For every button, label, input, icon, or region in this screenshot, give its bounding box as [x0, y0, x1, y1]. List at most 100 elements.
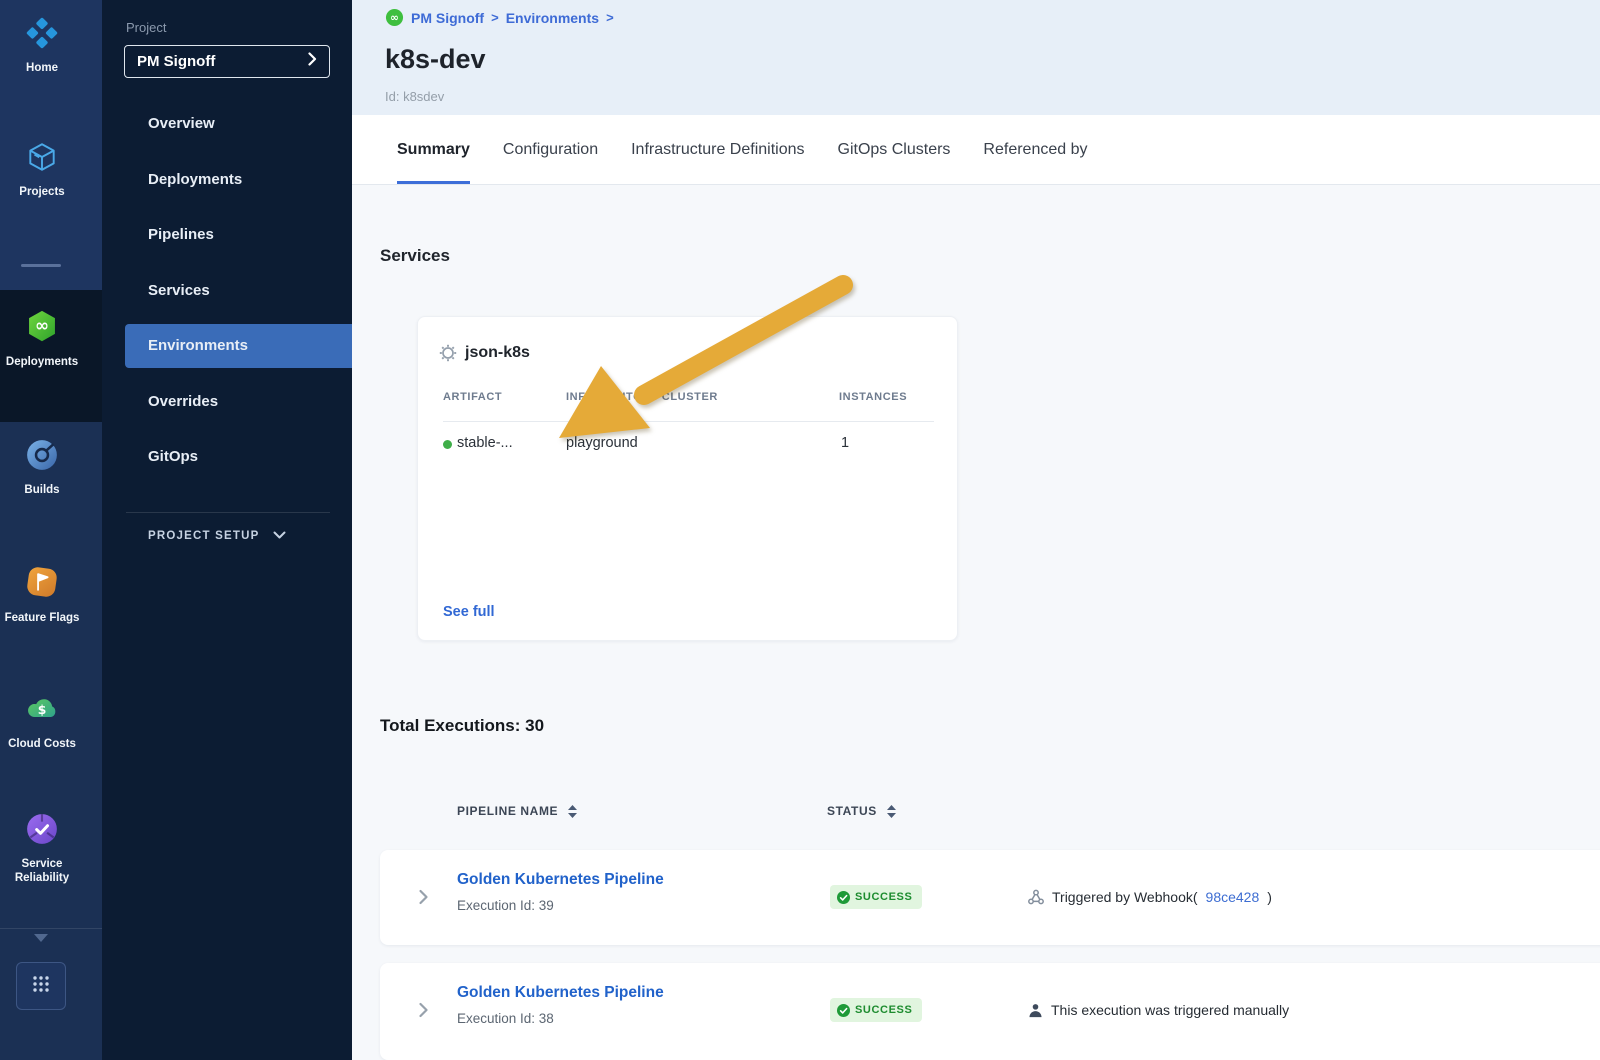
rail-bottom-divider: [0, 928, 102, 929]
tab-configuration[interactable]: Configuration: [503, 115, 598, 184]
artifact-value: stable-...: [457, 435, 513, 451]
nav-divider: [126, 512, 330, 513]
expand-chevron-icon[interactable]: [418, 888, 429, 911]
sidebar-item-gitops[interactable]: GitOps: [102, 429, 352, 485]
sort-icon: [568, 805, 577, 818]
status-label: SUCCESS: [855, 891, 912, 903]
trigger-info: Triggered by Webhook( 98ce428): [1028, 889, 1272, 905]
breadcrumb-separator: >: [491, 10, 499, 25]
see-full-link[interactable]: See full: [443, 604, 495, 620]
execution-row: Golden Kubernetes Pipeline Execution Id:…: [380, 850, 1600, 945]
svg-text:∞: ∞: [35, 315, 49, 335]
chevron-down-icon: [273, 530, 286, 542]
column-label: STATUS: [827, 804, 877, 818]
rail-label: Projects: [19, 185, 64, 199]
artifact-status-dot: [443, 440, 452, 449]
tab-gitops-clusters[interactable]: GitOps Clusters: [838, 115, 951, 184]
rail-label: Feature Flags: [5, 611, 80, 625]
service-name: json-k8s: [465, 344, 530, 362]
project-sidebar: Project PM Signoff Overview Deployments …: [102, 0, 352, 1060]
tab-bar: Summary Configuration Infrastructure Def…: [352, 115, 1600, 185]
sidebar-item-overview[interactable]: Overview: [102, 96, 352, 152]
cluster-value: playground: [566, 435, 638, 451]
success-check-icon: [837, 891, 850, 904]
webhook-id-link[interactable]: 98ce428: [1206, 889, 1260, 905]
column-header-instances: INSTANCES: [839, 391, 907, 403]
execution-id: Execution Id: 39: [457, 898, 664, 913]
breadcrumb-link-project[interactable]: PM Signoff: [411, 10, 484, 26]
svg-text:∞: ∞: [390, 12, 399, 24]
services-heading: Services: [380, 246, 450, 266]
rail-item-projects[interactable]: Projects: [0, 140, 84, 199]
service-instance-row: stable-... playground 1: [443, 435, 938, 453]
pipeline-name-link[interactable]: Golden Kubernetes Pipeline: [457, 984, 664, 1002]
card-divider: [443, 421, 934, 422]
module-rail: Home Projects: [0, 0, 102, 1060]
rail-item-builds[interactable]: Builds: [0, 438, 84, 497]
module-grid-button[interactable]: [16, 962, 66, 1010]
execution-info: Golden Kubernetes Pipeline Execution Id:…: [457, 871, 664, 913]
feature-flags-icon: [24, 564, 60, 605]
rail-scroll-divider: [21, 264, 61, 267]
sidebar-item-label: GitOps: [148, 448, 198, 465]
execution-info: Golden Kubernetes Pipeline Execution Id:…: [457, 984, 664, 1026]
pipeline-name-link[interactable]: Golden Kubernetes Pipeline: [457, 871, 664, 889]
tab-referenced-by[interactable]: Referenced by: [983, 115, 1087, 184]
harness-home-icon: [25, 16, 59, 55]
service-card-header: json-k8s: [439, 344, 530, 362]
total-executions-label: Total Executions: 30: [380, 716, 544, 736]
column-header-pipeline-name[interactable]: PIPELINE NAME: [457, 804, 577, 818]
status-badge: SUCCESS: [830, 998, 922, 1022]
sort-icon: [887, 805, 896, 818]
page-title: k8s-dev: [385, 44, 486, 75]
sidebar-item-label: Pipelines: [148, 226, 214, 243]
project-setup-toggle[interactable]: PROJECT SETUP: [148, 530, 286, 542]
app-screen: Home Projects: [0, 0, 1600, 1060]
projects-cube-icon: [25, 140, 59, 179]
main-panel: ∞ PM Signoff > Environments > k8s-dev Id…: [352, 0, 1600, 1060]
column-header-cluster: INFRA / GITOPS CLUSTER: [566, 391, 718, 403]
trigger-text: ): [1267, 889, 1272, 905]
rail-item-cloud-costs[interactable]: $ Cloud Costs: [0, 690, 84, 751]
sidebar-item-environments[interactable]: Environments: [125, 324, 352, 368]
expand-chevron-icon[interactable]: [418, 1001, 429, 1024]
breadcrumb: ∞ PM Signoff > Environments >: [385, 8, 614, 27]
rail-item-deployments[interactable]: ∞ Deployments: [0, 308, 84, 369]
page-header: ∞ PM Signoff > Environments > k8s-dev Id…: [352, 0, 1600, 115]
webhook-icon: [1028, 889, 1044, 905]
tab-summary[interactable]: Summary: [397, 115, 470, 184]
user-icon: [1028, 1003, 1043, 1018]
chevron-right-icon: [308, 52, 317, 71]
rail-label: Cloud Costs: [8, 737, 76, 751]
gear-icon: [439, 344, 457, 362]
sidebar-item-pipelines[interactable]: Pipelines: [102, 207, 352, 263]
column-label: PIPELINE NAME: [457, 804, 558, 818]
sidebar-item-label: Environments: [148, 337, 248, 354]
project-selector[interactable]: PM Signoff: [124, 45, 330, 78]
trigger-text: This execution was triggered manually: [1051, 1002, 1289, 1018]
sidebar-item-services[interactable]: Services: [102, 263, 352, 319]
rail-label: Service Reliability: [0, 857, 84, 885]
execution-row: Golden Kubernetes Pipeline Execution Id:…: [380, 963, 1600, 1060]
column-header-status[interactable]: STATUS: [827, 804, 896, 818]
service-reliability-icon: [25, 812, 59, 851]
breadcrumb-separator: >: [606, 10, 614, 25]
deployments-infinity-icon: ∞: [24, 308, 60, 349]
cloud-costs-icon: $: [24, 690, 60, 731]
rail-item-service-reliability[interactable]: Service Reliability: [0, 812, 84, 885]
rail-item-home[interactable]: Home: [0, 16, 84, 75]
success-check-icon: [837, 1004, 850, 1017]
sidebar-item-overrides[interactable]: Overrides: [102, 374, 352, 430]
tab-infrastructure-definitions[interactable]: Infrastructure Definitions: [631, 115, 804, 184]
trigger-text: Triggered by Webhook(: [1052, 889, 1198, 905]
project-nav-list: Overview Deployments Pipelines Services …: [102, 96, 352, 485]
trigger-info: This execution was triggered manually: [1028, 1002, 1289, 1018]
rail-item-feature-flags[interactable]: Feature Flags: [0, 564, 84, 625]
summary-content: Services json-k8s: [352, 186, 1600, 1060]
page-id: Id: k8sdev: [385, 89, 444, 104]
rail-top-section: Home Projects: [0, 0, 102, 290]
rail-active-module-section: ∞ Deployments: [0, 290, 102, 422]
breadcrumb-link-environments[interactable]: Environments: [506, 10, 599, 26]
sidebar-item-deployments[interactable]: Deployments: [102, 152, 352, 208]
collapse-chevron-icon[interactable]: [26, 932, 56, 950]
